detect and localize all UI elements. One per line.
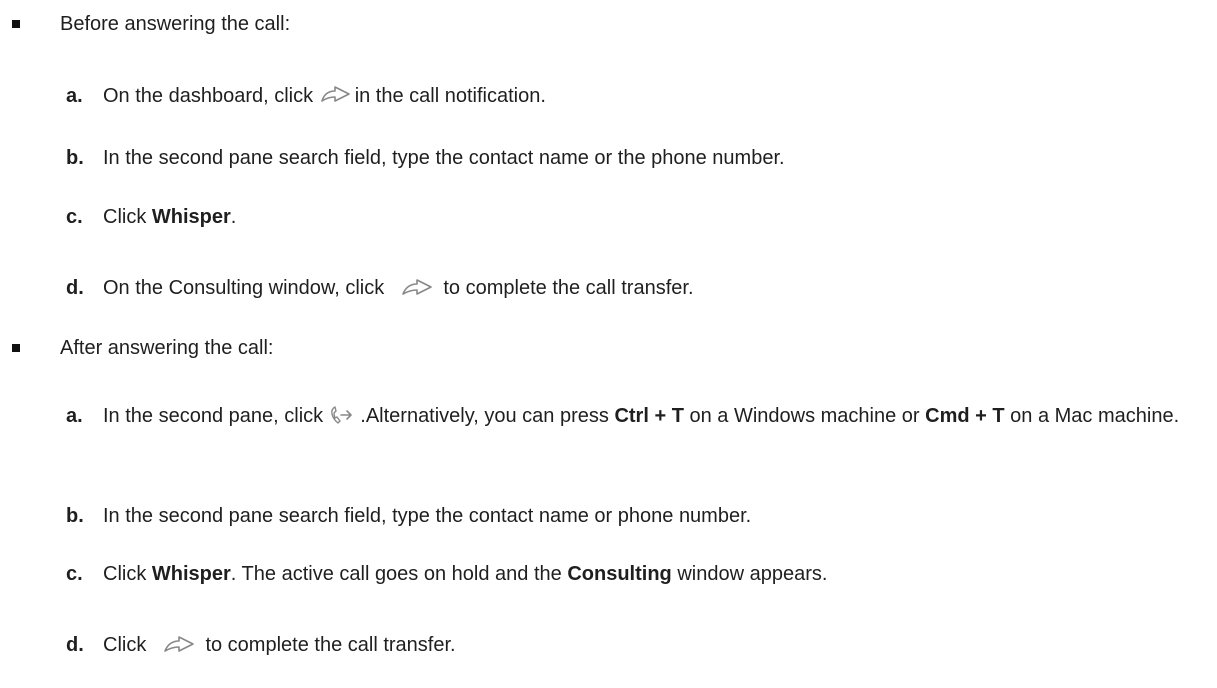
step-text: Click to complete the call transfer. <box>103 633 456 656</box>
transfer-arrow-icon <box>160 633 200 655</box>
bullet-after <box>12 344 20 352</box>
step-letter: a. <box>66 85 83 107</box>
step-letter: d. <box>66 277 84 299</box>
step-letter: b. <box>66 147 84 169</box>
step-letter: d. <box>66 634 84 656</box>
section-heading-after: After answering the call: <box>60 337 274 359</box>
step-letter: b. <box>66 505 84 527</box>
step-text: In the second pane search field, type th… <box>103 505 752 527</box>
bullet-before <box>12 20 20 28</box>
transfer-arrow-icon <box>398 276 438 298</box>
step-text: Click Whisper. The active call goes on h… <box>103 563 828 585</box>
step-letter: c. <box>66 563 83 585</box>
step-letter: a. <box>66 405 83 427</box>
step-letter: c. <box>66 206 83 228</box>
transfer-arrow-icon <box>319 84 355 106</box>
step-text: On the Consulting window, click to compl… <box>103 276 694 299</box>
step-text: In the second pane, click .Alternatively… <box>103 404 1180 427</box>
step-text: In the second pane search field, type th… <box>103 147 785 169</box>
phone-transfer-icon <box>329 404 355 426</box>
step-text: On the dashboard, click in the call noti… <box>103 84 546 107</box>
section-heading-before: Before answering the call: <box>60 13 291 35</box>
step-text: Click Whisper. <box>103 206 237 228</box>
